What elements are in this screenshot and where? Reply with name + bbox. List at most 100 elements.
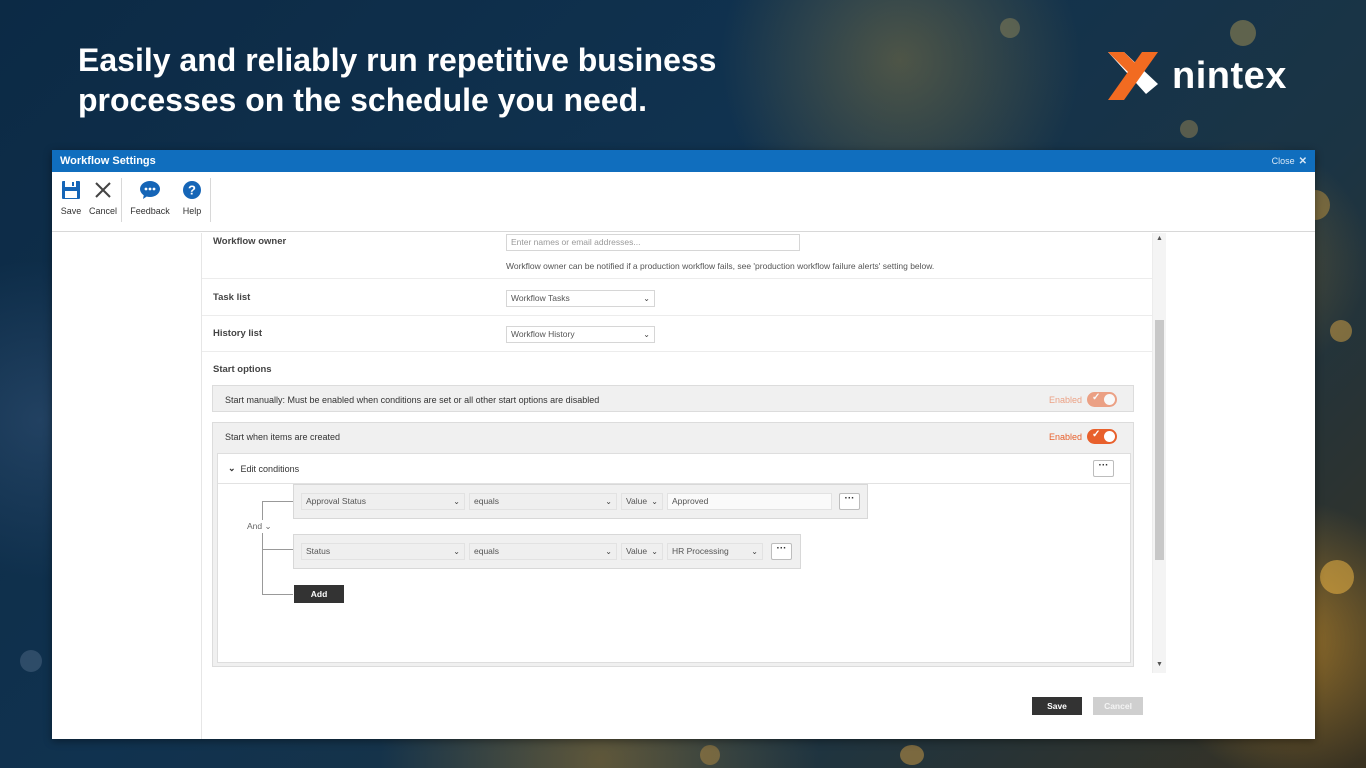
start-created-toggle-group: Enabled ✓: [1049, 429, 1117, 444]
brand-name: nintex: [1172, 54, 1287, 97]
condition-comparison-select[interactable]: equals ⌄: [469, 493, 617, 510]
edit-conditions-label: Edit conditions: [240, 463, 300, 474]
close-label: Close: [1271, 156, 1295, 166]
save-ribbon-button[interactable]: Save: [58, 178, 84, 216]
ribbon-divider: [210, 178, 211, 222]
chevron-down-icon: ⌄: [264, 521, 272, 531]
check-icon: ✓: [1092, 392, 1101, 403]
title-bar: Workflow Settings Close ✕: [52, 150, 1315, 172]
feedback-ribbon-button[interactable]: Feedback: [127, 178, 173, 216]
connector-line: [262, 594, 293, 595]
toggle-knob: [1104, 394, 1115, 405]
condition-value-select[interactable]: HR Processing ⌄: [667, 543, 763, 560]
condition-more-button[interactable]: ···: [771, 543, 792, 560]
close-button[interactable]: Close ✕: [1272, 156, 1307, 167]
scroll-down-arrow-icon[interactable]: ▼: [1156, 661, 1163, 668]
condition-value-input[interactable]: Approved: [667, 493, 832, 510]
window-title: Workflow Settings: [60, 155, 156, 167]
save-ribbon-label: Save: [60, 206, 82, 216]
chevron-down-icon: ⌄: [453, 547, 460, 556]
conditions-header: ⌄ Edit conditions ···: [218, 454, 1130, 484]
condition-type-value: Value: [626, 546, 648, 556]
start-manually-toggle[interactable]: ✓: [1087, 392, 1117, 407]
content-area: Workflow owner Enter names or email addr…: [52, 233, 1315, 739]
condition-type-value: Value: [626, 496, 648, 506]
cancel-ribbon-label: Cancel: [89, 206, 118, 216]
start-manually-text: Start manually: Must be enabled when con…: [225, 395, 600, 405]
workflow-settings-window: Workflow Settings Close ✕ Save Cancel Fe…: [52, 150, 1315, 739]
condition-row: Status ⌄ equals ⌄ Value ⌄ HR Processing …: [293, 534, 801, 569]
edit-conditions-toggle[interactable]: ⌄ Edit conditions: [228, 463, 299, 474]
workflow-owner-label: Workflow owner: [213, 236, 287, 247]
condition-group-connector: [262, 501, 293, 595]
chevron-down-icon: ⌄: [605, 547, 612, 556]
history-list-label: History list: [213, 328, 263, 339]
help-ribbon-label: Help: [182, 206, 202, 216]
conditions-more-button[interactable]: ···: [1093, 460, 1114, 477]
condition-type-select[interactable]: Value ⌄: [621, 493, 663, 510]
footer-cancel-button[interactable]: Cancel: [1093, 697, 1143, 715]
operator-value: And: [247, 521, 263, 531]
start-created-toggle[interactable]: ✓: [1087, 429, 1117, 444]
feedback-speech-bubble-icon: [139, 178, 161, 202]
condition-comparison-select[interactable]: equals ⌄: [469, 543, 617, 560]
condition-type-select[interactable]: Value ⌄: [621, 543, 663, 560]
chevron-down-icon: ⌄: [751, 547, 758, 556]
save-icon: [61, 178, 81, 202]
conditions-box: ⌄ Edit conditions ··· And ⌄ Approval Sta…: [217, 453, 1131, 663]
headline-line-2: processes on the schedule you need.: [78, 82, 648, 118]
history-list-value: Workflow History: [511, 329, 575, 339]
start-options-label: Start options: [213, 364, 272, 375]
help-ribbon-button[interactable]: ? Help: [179, 178, 205, 216]
history-list-row: History list Workflow History ⌄: [202, 316, 1152, 352]
add-condition-button[interactable]: Add: [294, 585, 344, 603]
cancel-x-icon: [94, 178, 112, 202]
condition-value: HR Processing: [672, 546, 729, 556]
svg-text:?: ?: [188, 183, 196, 198]
operator-select[interactable]: And ⌄: [244, 520, 275, 533]
toggle-knob: [1104, 431, 1115, 442]
headline-line-1: Easily and reliably run repetitive busin…: [78, 42, 717, 78]
start-created-panel: Start when items are created Enabled ✓ ⌄…: [212, 422, 1134, 667]
feedback-ribbon-label: Feedback: [130, 206, 170, 216]
chevron-down-icon: ⌄: [228, 463, 236, 473]
chevron-down-icon: ⌄: [453, 497, 460, 506]
scrollbar-thumb[interactable]: [1155, 320, 1164, 560]
task-list-row: Task list Workflow Tasks ⌄: [202, 279, 1152, 316]
form-scrollbar[interactable]: ▲ ▼: [1152, 233, 1166, 673]
condition-comparison-value: equals: [474, 546, 500, 556]
chevron-down-icon: ⌄: [643, 330, 650, 339]
chevron-down-icon: ⌄: [605, 497, 612, 506]
condition-field-select[interactable]: Status ⌄: [301, 543, 465, 560]
ribbon-toolbar: Save Cancel Feedback ? Help: [52, 172, 1315, 232]
start-manually-status: Enabled: [1048, 394, 1082, 405]
start-created-status: Enabled: [1048, 431, 1082, 442]
scroll-up-arrow-icon[interactable]: ▲: [1156, 235, 1163, 242]
nintex-x-icon: [1106, 50, 1160, 102]
condition-field-select[interactable]: Approval Status ⌄: [301, 493, 465, 510]
workflow-owner-hint: Workflow owner can be notified if a prod…: [506, 261, 935, 271]
cancel-ribbon-button[interactable]: Cancel: [89, 178, 118, 216]
condition-field-value: Approval Status: [306, 496, 367, 506]
start-manually-toggle-group: Enabled ✓: [1049, 392, 1117, 407]
check-icon: ✓: [1092, 429, 1101, 440]
condition-more-button[interactable]: ···: [839, 493, 860, 510]
condition-comparison-value: equals: [474, 496, 500, 506]
start-manually-panel: Start manually: Must be enabled when con…: [212, 385, 1134, 412]
condition-field-value: Status: [306, 546, 331, 556]
left-pane: [52, 233, 202, 739]
workflow-owner-row: Workflow owner Enter names or email addr…: [202, 233, 1152, 279]
chevron-down-icon: ⌄: [651, 547, 658, 556]
chevron-down-icon: ⌄: [651, 497, 658, 506]
footer-save-button[interactable]: Save: [1032, 697, 1082, 715]
nintex-logo: nintex: [1106, 50, 1287, 102]
settings-form: Workflow owner Enter names or email addr…: [202, 233, 1152, 673]
workflow-owner-input[interactable]: Enter names or email addresses...: [506, 234, 800, 251]
headline: Easily and reliably run repetitive busin…: [78, 40, 858, 120]
task-list-label: Task list: [213, 292, 251, 303]
task-list-value: Workflow Tasks: [511, 293, 570, 303]
history-list-select[interactable]: Workflow History ⌄: [506, 326, 655, 343]
connector-line: [262, 549, 293, 550]
task-list-select[interactable]: Workflow Tasks ⌄: [506, 290, 655, 307]
chevron-down-icon: ⌄: [643, 294, 650, 303]
